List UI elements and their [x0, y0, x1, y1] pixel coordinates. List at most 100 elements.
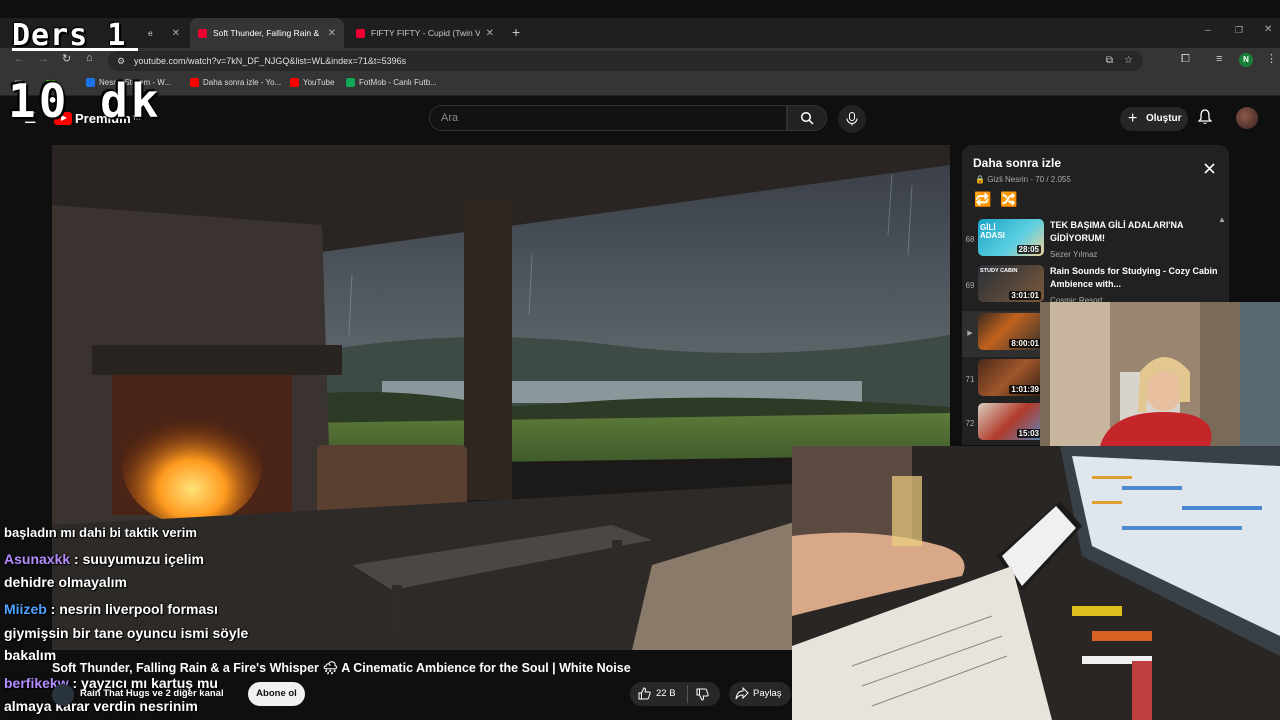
webcam-face — [1040, 302, 1280, 446]
microphone-icon — [846, 112, 858, 126]
video-thumbnail[interactable]: 8:00:01 — [978, 313, 1044, 350]
tab-previous[interactable]: e ✕ — [140, 18, 188, 48]
browser-menu-icon[interactable]: ⋮ — [1266, 52, 1277, 65]
chat-text: başladın mı dahi bi taktik verim — [4, 525, 197, 540]
bookmark-star-icon[interactable]: ☆ — [1124, 51, 1133, 71]
bookmark-label: FotMob - Canlı Futb... — [359, 78, 437, 87]
close-icon — [1204, 163, 1215, 174]
close-tab-icon[interactable]: ✕ — [322, 28, 336, 39]
back-icon[interactable]: ← — [14, 53, 25, 65]
thumbs-down-icon — [696, 688, 709, 701]
thumb-text: STUDY CABIN — [980, 268, 1018, 274]
bookmarks-bar: ⊞ Nesrin Stream - W... Daha sonra izle -… — [0, 74, 1280, 96]
close-tab-icon[interactable]: ✕ — [166, 28, 180, 39]
video-thumbnail[interactable]: GİLİ ADASI 28:05 — [978, 219, 1044, 256]
chat-text: dehidre olmayalım — [4, 574, 127, 590]
tab-soft-thunder[interactable]: Soft Thunder, Falling Rain & a F ✕ — [190, 18, 344, 48]
duration-badge: 3:01:01 — [1009, 291, 1041, 300]
account-avatar[interactable] — [1236, 107, 1258, 129]
duration-badge: 1:01:39 — [1009, 385, 1041, 394]
loop-icon[interactable]: 🔁 — [974, 191, 991, 208]
chat-message: dehidre olmayalım — [4, 574, 127, 590]
video-thumbnail[interactable]: 15:03 — [978, 403, 1044, 440]
url-field[interactable]: ⚙ youtube.com/watch?v=7kN_DF_NJGQ&list=W… — [108, 51, 1143, 71]
bookmark-youtube[interactable]: YouTube — [290, 78, 334, 87]
bookmark-favicon-icon — [290, 78, 299, 87]
item-index: 68 — [965, 235, 975, 244]
chat-text: : suuyumuzu içelim — [70, 551, 204, 567]
minimize-icon[interactable]: – — [1205, 25, 1211, 36]
search-button[interactable] — [787, 105, 827, 131]
like-dislike-group: 22 B — [630, 682, 720, 706]
channel-name[interactable]: Rain That Hugs ve 2 diğer kanal — [80, 688, 224, 699]
webcam-desk — [792, 446, 1280, 720]
webcam-face-image — [1040, 302, 1280, 446]
like-count: 22 B — [656, 688, 676, 699]
browser-tab-bar: e ✕ Soft Thunder, Falling Rain & a F ✕ F… — [0, 18, 1280, 48]
plus-icon: + — [1128, 110, 1138, 127]
video-title: Soft Thunder, Falling Rain & a Fire's Wh… — [52, 661, 631, 675]
create-label: Oluştur — [1146, 113, 1182, 124]
bookmark-fotmob[interactable]: FotMob - Canlı Futb... — [346, 78, 437, 87]
playlist-meta: Gizli Nesrin - 70 / 2.055 — [987, 175, 1071, 184]
tab-label: e — [148, 28, 153, 38]
reload-icon[interactable]: ↻ — [62, 52, 71, 65]
chat-text: bakalım — [4, 647, 57, 663]
extensions-icon[interactable]: ⧠ — [1181, 53, 1190, 66]
thumb-text: GİLİ ADASI — [980, 223, 1005, 240]
search-input[interactable]: Ara — [429, 105, 787, 131]
reading-list-icon[interactable]: ≡ — [1216, 53, 1222, 65]
shuffle-icon[interactable]: 🔀 — [1000, 191, 1017, 208]
like-button[interactable] — [638, 687, 651, 705]
bookmark-label: Daha sonra izle - Yo... — [203, 78, 282, 87]
profile-avatar[interactable]: N — [1239, 53, 1253, 67]
video-thumbnail[interactable]: STUDY CABIN 3:01:01 — [978, 265, 1044, 302]
notifications-button[interactable] — [1197, 109, 1213, 130]
youtube-favicon-icon — [198, 28, 207, 38]
chat-text: almaya karar verdin nesrinim — [4, 698, 198, 714]
chat-text: giymişsin bir tane oyuncu ismi söyle — [4, 625, 249, 641]
create-button[interactable]: + Oluştur — [1120, 107, 1188, 131]
close-tab-icon[interactable]: ✕ — [480, 28, 494, 39]
tab-label: Soft Thunder, Falling Rain & a F — [213, 28, 322, 38]
chat-text: : nesrin liverpool forması — [46, 601, 218, 617]
forward-icon[interactable]: → — [38, 53, 49, 65]
close-playlist-button[interactable] — [1204, 161, 1215, 179]
voice-search-button[interactable] — [838, 105, 866, 133]
home-icon[interactable]: ⌂ — [86, 52, 93, 64]
item-title: Rain Sounds for Studying - Cozy Cabin Am… — [1050, 266, 1218, 289]
timer-overlay: 10 dk — [8, 74, 162, 128]
subscribe-button[interactable]: Abone ol — [248, 682, 305, 706]
share-icon — [735, 687, 749, 700]
install-app-icon[interactable]: ⧉ — [1106, 51, 1113, 71]
playlist-item[interactable]: 68 GİLİ ADASI 28:05 TEK BAŞIMA GİLİ ADAL… — [962, 217, 1229, 263]
tab-fifty-fifty[interactable]: FIFTY FIFTY - Cupid (Twin Versic ✕ — [348, 18, 502, 48]
chat-user: Miizeb — [4, 601, 47, 617]
thumbs-up-icon — [638, 687, 651, 700]
new-tab-icon[interactable]: + — [512, 24, 520, 40]
window-close-icon[interactable]: ✕ — [1264, 24, 1272, 35]
bookmark-favicon-icon — [346, 78, 355, 87]
tab-label: FIFTY FIFTY - Cupid (Twin Versic — [371, 28, 480, 38]
maximize-icon[interactable]: ❐ — [1235, 25, 1243, 36]
chat-message: almaya karar verdin nesrinim — [4, 698, 198, 714]
bookmark-label: YouTube — [303, 78, 335, 87]
channel-avatar[interactable] — [52, 684, 74, 706]
now-playing-icon: ▶ — [967, 330, 973, 337]
search-icon — [800, 111, 814, 125]
item-index: 69 — [965, 281, 975, 290]
duration-badge: 15:03 — [1016, 429, 1041, 438]
lock-icon: 🔒 — [975, 175, 985, 184]
url-text: youtube.com/watch?v=7kN_DF_NJGQ&list=WL&… — [134, 56, 407, 66]
lesson-underline — [12, 48, 138, 51]
chat-message: giymişsin bir tane oyuncu ismi söyle — [4, 625, 248, 641]
video-thumbnail[interactable]: 1:01:39 — [978, 359, 1044, 396]
dislike-button[interactable] — [696, 688, 709, 706]
share-button[interactable]: Paylaş — [729, 682, 791, 706]
bell-icon — [1197, 109, 1213, 125]
playlist-subtitle: 🔒 Gizli Nesrin - 70 / 2.055 — [975, 175, 1071, 184]
item-index: 72 — [965, 419, 975, 428]
bookmark-watch-later[interactable]: Daha sonra izle - Yo... — [190, 78, 281, 87]
site-info-icon[interactable]: ⚙ — [117, 51, 125, 71]
item-title: TEK BAŞIMA GİLİ ADALARI'NA GİDİYORUM! — [1050, 220, 1184, 243]
